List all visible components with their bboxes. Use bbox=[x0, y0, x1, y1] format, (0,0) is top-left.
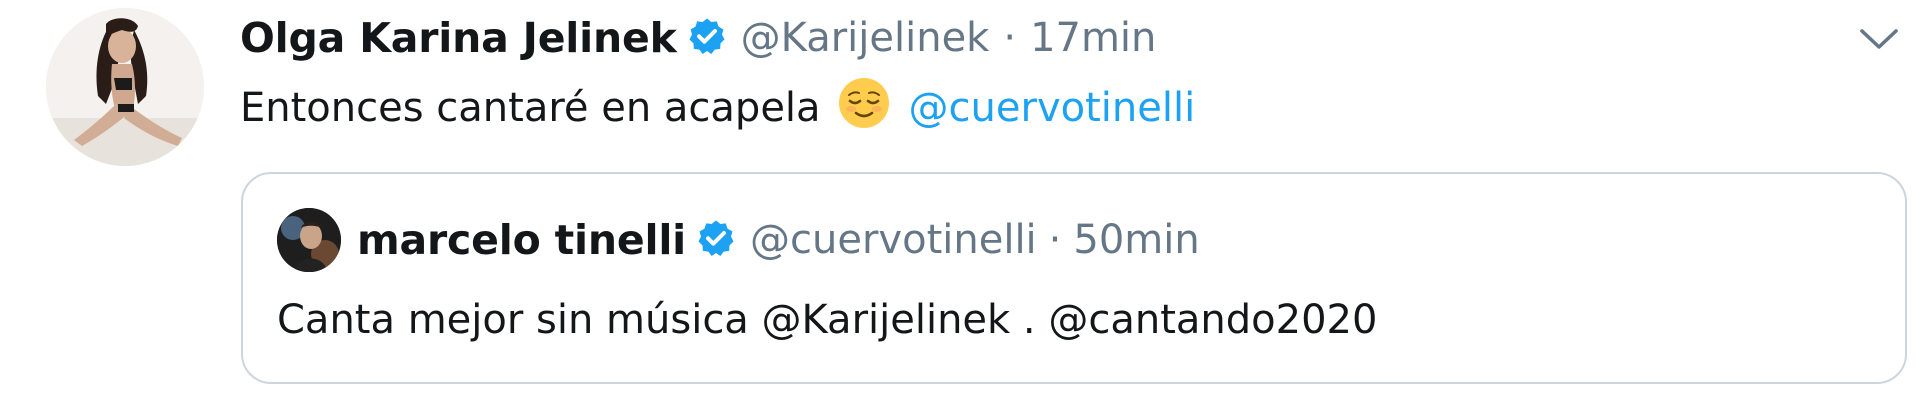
tweet-body: Entonces cantaré en acapela @cuervotinel… bbox=[240, 78, 1196, 136]
quoted-tweet-timestamp[interactable]: 50min bbox=[1073, 217, 1199, 263]
quoted-tweet-text: Canta mejor sin música @Karijelinek . @c… bbox=[277, 297, 1378, 343]
quoted-author-name[interactable]: marcelo tinelli bbox=[357, 216, 686, 264]
separator-dot: · bbox=[1048, 217, 1062, 263]
tweet-timestamp[interactable]: 17min bbox=[1030, 15, 1156, 61]
relieved-face-emoji-icon bbox=[837, 76, 891, 140]
verified-badge-icon bbox=[687, 16, 727, 60]
quoted-tweet-header: marcelo tinelli @cuervotinelli · 50min bbox=[357, 210, 1200, 270]
tweet: Olga Karina Jelinek @Karijelinek · 17min… bbox=[0, 0, 1920, 406]
quoted-author-avatar[interactable] bbox=[277, 208, 341, 272]
chevron-down-icon[interactable] bbox=[1856, 22, 1902, 56]
verified-badge-icon bbox=[696, 218, 736, 262]
mention-link[interactable]: @cuervotinelli bbox=[909, 85, 1196, 131]
tweet-header: Olga Karina Jelinek @Karijelinek · 17min bbox=[240, 10, 1156, 66]
separator-dot: · bbox=[1003, 15, 1017, 61]
author-name[interactable]: Olga Karina Jelinek bbox=[240, 14, 677, 62]
tweet-text: Entonces cantaré en acapela bbox=[240, 85, 821, 131]
quoted-author-handle[interactable]: @cuervotinelli bbox=[750, 217, 1037, 263]
author-avatar[interactable] bbox=[46, 8, 204, 166]
quoted-tweet-card[interactable]: marcelo tinelli @cuervotinelli · 50min C… bbox=[241, 172, 1907, 384]
author-handle[interactable]: @Karijelinek bbox=[741, 15, 990, 61]
